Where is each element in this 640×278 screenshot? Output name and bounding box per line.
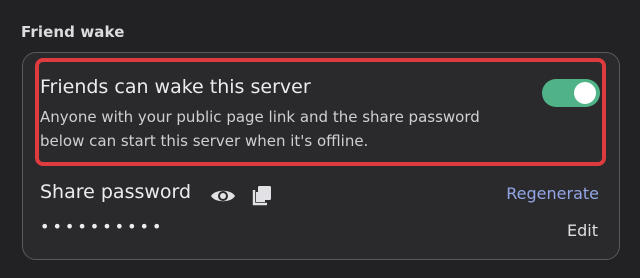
friend-wake-card: Friends can wake this server Anyone with…: [22, 52, 620, 260]
toggle-knob: [574, 82, 596, 104]
friend-wake-toggle-switch[interactable]: [542, 79, 600, 107]
share-password-label: Share password: [40, 181, 192, 203]
friend-wake-toggle-title: Friends can wake this server: [40, 76, 311, 98]
share-password-value: ••••••••••: [40, 217, 165, 236]
regenerate-button[interactable]: Regenerate: [506, 184, 599, 203]
section-title: Friend wake: [21, 23, 125, 41]
eye-icon[interactable]: [210, 185, 236, 207]
copy-icon[interactable]: [250, 183, 274, 207]
edit-password-button[interactable]: Edit: [567, 221, 598, 240]
friend-wake-toggle-description: Anyone with your public page link and th…: [40, 108, 480, 150]
